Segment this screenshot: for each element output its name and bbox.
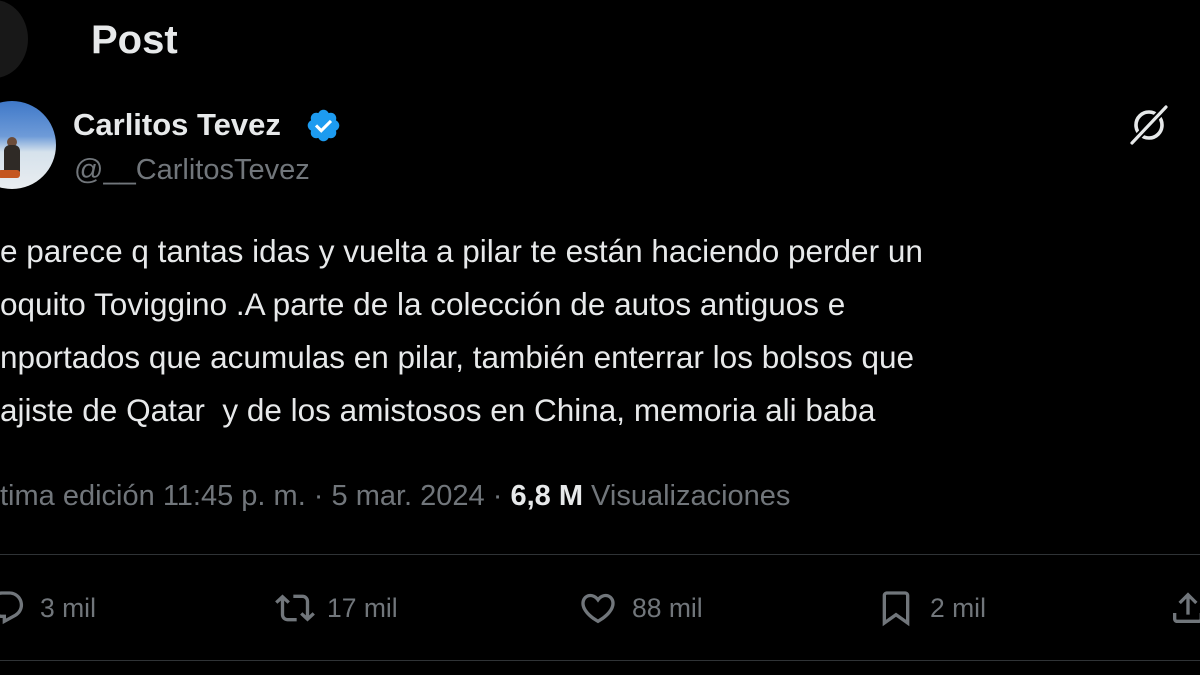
tweet-date[interactable]: 5 mar. 2024 xyxy=(332,480,485,512)
meta-separator: · xyxy=(484,480,511,512)
bookmark-button[interactable]: 2 mil xyxy=(876,586,986,630)
repost-button[interactable]: 17 mil xyxy=(275,586,398,630)
tweet-text-line: nportados que acumulas en pilar, también… xyxy=(0,339,915,375)
share-button[interactable] xyxy=(1168,586,1200,630)
page-title: Post xyxy=(91,18,178,62)
author-handle[interactable]: @__CarlitosTevez xyxy=(74,152,310,188)
grok-icon[interactable] xyxy=(1127,103,1171,147)
avatar[interactable] xyxy=(0,101,56,189)
tweet-text-line: ajiste de Qatar y de los amistosos en Ch… xyxy=(0,392,876,428)
reply-icon xyxy=(0,591,24,625)
views-label: Visualizaciones xyxy=(583,480,791,512)
tweet-time[interactable]: 11:45 p. m. xyxy=(163,480,306,512)
share-icon xyxy=(1173,592,1200,623)
like-count: 88 mil xyxy=(632,592,703,623)
back-button[interactable] xyxy=(0,0,28,78)
repost-icon xyxy=(275,594,315,622)
tweet-text-line: e parece q tantas idas y vuelta a pilar … xyxy=(0,233,923,269)
meta-separator: · xyxy=(305,480,332,512)
bookmark-count: 2 mil xyxy=(930,592,986,623)
views-count: 6,8 M xyxy=(510,480,583,512)
heart-icon xyxy=(581,593,615,624)
reply-count: 3 mil xyxy=(40,592,96,623)
reply-button[interactable]: 3 mil xyxy=(0,586,96,630)
tweet-meta: tima edición 11:45 p. m. · 5 mar. 2024 ·… xyxy=(0,477,790,515)
tweet-text: e parece q tantas idas y vuelta a pilar … xyxy=(0,225,1200,437)
avatar-person-legs xyxy=(0,170,20,178)
verified-badge-icon xyxy=(307,109,340,142)
divider xyxy=(0,660,1200,661)
like-button[interactable]: 88 mil xyxy=(578,586,703,630)
repost-count: 17 mil xyxy=(327,592,398,623)
edited-label[interactable]: tima edición xyxy=(0,480,163,512)
author-display-name[interactable]: Carlitos Tevez xyxy=(73,106,281,144)
avatar-person-body xyxy=(4,145,20,173)
tweet-text-line: oquito Toviggino .A parte de la colecció… xyxy=(0,286,846,322)
bookmark-icon xyxy=(882,591,910,627)
divider xyxy=(0,554,1200,555)
